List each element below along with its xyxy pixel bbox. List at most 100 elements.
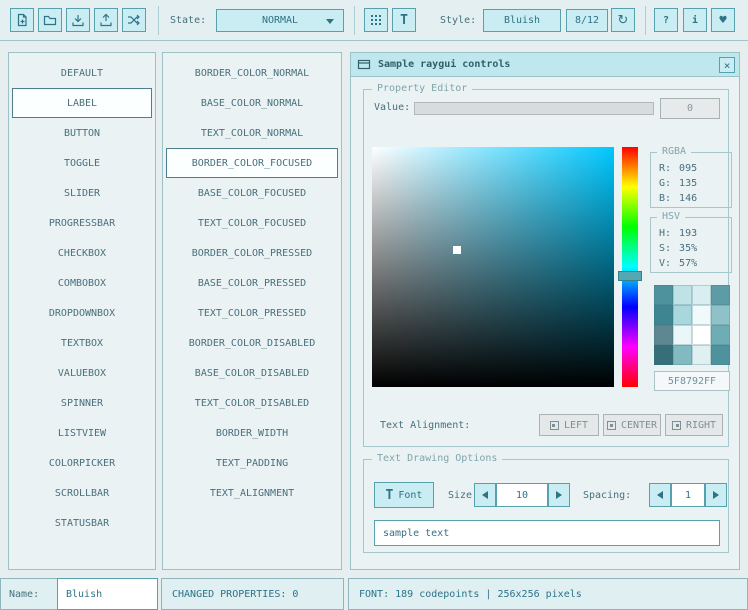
- font-T-icon: T: [386, 488, 394, 503]
- state-dropdown[interactable]: NORMAL: [216, 9, 344, 32]
- window-titlebar: Sample raygui controls ×: [351, 53, 739, 77]
- control-list-item[interactable]: DEFAULT: [9, 58, 155, 88]
- property-list-item[interactable]: BASE_COLOR_PRESSED: [163, 268, 341, 298]
- property-list-item[interactable]: BORDER_COLOR_PRESSED: [163, 238, 341, 268]
- hex-value-box[interactable]: 5F8792FF: [654, 371, 730, 391]
- control-list-item[interactable]: STATUSBAR: [9, 508, 155, 538]
- control-list-item[interactable]: VALUEBOX: [9, 358, 155, 388]
- align-right-button[interactable]: RIGHT: [665, 414, 723, 436]
- control-list-item[interactable]: TEXTBOX: [9, 328, 155, 358]
- property-list-item[interactable]: TEXT_PADDING: [163, 448, 341, 478]
- heart-icon: ♥: [719, 15, 728, 26]
- spacing-value-box[interactable]: 1: [671, 483, 705, 507]
- control-list-item[interactable]: DROPDOWNBOX: [9, 298, 155, 328]
- load-file-button[interactable]: [38, 8, 62, 32]
- property-list-item[interactable]: BASE_COLOR_FOCUSED: [163, 178, 341, 208]
- palette-cell[interactable]: [673, 325, 692, 345]
- property-list-item[interactable]: TEXT_COLOR_PRESSED: [163, 298, 341, 328]
- palette-cell[interactable]: [692, 345, 711, 365]
- style-name-button[interactable]: Bluish: [483, 9, 561, 32]
- control-list-item[interactable]: SCROLLBAR: [9, 478, 155, 508]
- control-list-item[interactable]: SLIDER: [9, 178, 155, 208]
- text-alignment-label: Text Alignment:: [380, 420, 470, 431]
- palette-cell[interactable]: [692, 285, 711, 305]
- grid-icon: [370, 14, 382, 26]
- state-label: State:: [166, 0, 210, 41]
- size-increase-button[interactable]: [548, 483, 570, 507]
- font-button[interactable]: T Font: [374, 482, 434, 508]
- property-list-item[interactable]: TEXT_COLOR_FOCUSED: [163, 208, 341, 238]
- hsv-panel-label: HSV: [657, 211, 685, 222]
- property-list-item[interactable]: BASE_COLOR_NORMAL: [163, 88, 341, 118]
- value-slider[interactable]: [414, 102, 654, 115]
- palette-cell[interactable]: [692, 305, 711, 325]
- export-file-button[interactable]: [94, 8, 118, 32]
- control-list-item[interactable]: SPINNER: [9, 388, 155, 418]
- control-list-item[interactable]: TOGGLE: [9, 148, 155, 178]
- palette-cell[interactable]: [711, 285, 730, 305]
- palette-cell[interactable]: [711, 325, 730, 345]
- control-list-item[interactable]: LISTVIEW: [9, 418, 155, 448]
- size-value-box[interactable]: 10: [496, 483, 548, 507]
- style-counter-button[interactable]: 8/12: [566, 9, 608, 32]
- about-button[interactable]: i: [683, 8, 707, 32]
- palette-cell[interactable]: [654, 305, 673, 325]
- align-left-label: LEFT: [564, 420, 588, 431]
- color-picker-panel[interactable]: [372, 147, 614, 387]
- palette-cell[interactable]: [711, 345, 730, 365]
- hsv-panel: HSV H:193 S:35% V:57%: [650, 217, 732, 273]
- window-icon: [357, 58, 371, 71]
- property-list-item-selected[interactable]: BORDER_COLOR_FOCUSED: [166, 148, 338, 178]
- font-view-button[interactable]: T: [392, 8, 416, 32]
- help-button[interactable]: ?: [654, 8, 678, 32]
- palette-cell[interactable]: [654, 325, 673, 345]
- palette-cell[interactable]: [654, 285, 673, 305]
- value-label: Value:: [374, 102, 410, 113]
- spacing-decrease-button[interactable]: [649, 483, 671, 507]
- palette-cell[interactable]: [711, 305, 730, 325]
- save-file-button[interactable]: [66, 8, 90, 32]
- control-list-item[interactable]: COLORPICKER: [9, 448, 155, 478]
- control-list-item[interactable]: PROGRESSBAR: [9, 208, 155, 238]
- palette-cell[interactable]: [673, 285, 692, 305]
- palette-cell[interactable]: [673, 345, 692, 365]
- size-decrease-button[interactable]: [474, 483, 496, 507]
- reload-style-button[interactable]: ↻: [611, 8, 635, 32]
- control-list-item-selected[interactable]: LABEL: [12, 88, 152, 118]
- property-list-item[interactable]: BORDER_COLOR_NORMAL: [163, 58, 341, 88]
- property-list-item[interactable]: BORDER_WIDTH: [163, 418, 341, 448]
- value-box[interactable]: 0: [660, 98, 720, 119]
- property-list-item[interactable]: BASE_COLOR_DISABLED: [163, 358, 341, 388]
- text-drawing-options-group: Text Drawing Options T Font Size: 10 Spa…: [363, 459, 729, 553]
- style-name-input[interactable]: Bluish: [57, 578, 158, 610]
- sample-controls-window: Sample raygui controls × Property Editor…: [350, 52, 740, 570]
- file-plus-icon: [15, 13, 29, 27]
- align-left-button[interactable]: LEFT: [539, 414, 599, 436]
- sponsor-button[interactable]: ♥: [711, 8, 735, 32]
- property-list-item[interactable]: BORDER_COLOR_DISABLED: [163, 328, 341, 358]
- palette-cell[interactable]: [654, 345, 673, 365]
- control-list-item[interactable]: CHECKBOX: [9, 238, 155, 268]
- spacing-increase-button[interactable]: [705, 483, 727, 507]
- new-file-button[interactable]: [10, 8, 34, 32]
- hue-bar[interactable]: [622, 147, 638, 387]
- palette-cell[interactable]: [673, 305, 692, 325]
- text-drawing-options-label: Text Drawing Options: [372, 453, 502, 464]
- hue-slider-handle[interactable]: [618, 271, 642, 281]
- window-close-button[interactable]: ×: [719, 57, 735, 73]
- align-right-icon: [672, 421, 681, 430]
- palette-cell[interactable]: [692, 325, 711, 345]
- control-list-item[interactable]: COMBOBOX: [9, 268, 155, 298]
- property-list-item[interactable]: TEXT_COLOR_NORMAL: [163, 118, 341, 148]
- grid-view-button[interactable]: [364, 8, 388, 32]
- random-style-button[interactable]: [122, 8, 146, 32]
- b-label: B:: [659, 191, 671, 206]
- align-left-icon: [550, 421, 559, 430]
- sample-text-input[interactable]: sample text: [374, 520, 720, 546]
- font-T-icon: T: [400, 13, 408, 28]
- property-list-item[interactable]: TEXT_COLOR_DISABLED: [163, 388, 341, 418]
- state-dropdown-value: NORMAL: [262, 15, 298, 26]
- control-list-item[interactable]: BUTTON: [9, 118, 155, 148]
- align-center-button[interactable]: CENTER: [603, 414, 661, 436]
- property-list-item[interactable]: TEXT_ALIGNMENT: [163, 478, 341, 508]
